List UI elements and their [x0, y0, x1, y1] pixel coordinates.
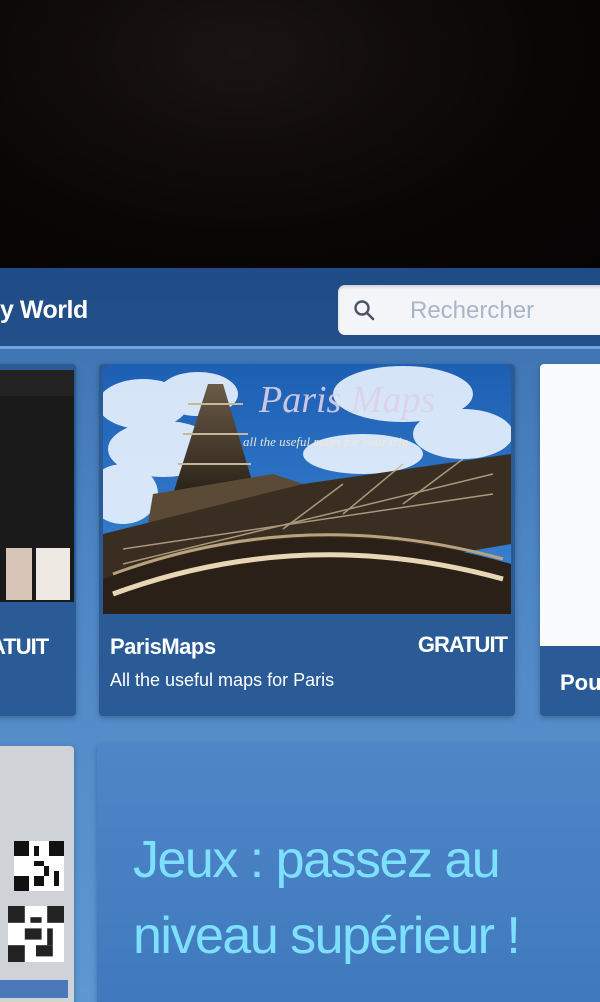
page-title: y World: [0, 296, 88, 324]
device-bezel: [0, 0, 600, 270]
games-promo-banner[interactable]: Jeux : passez au niveau supérieur !: [97, 744, 600, 1002]
qr-code-image: [8, 906, 64, 962]
app-card-partial-left[interactable]: ATUIT: [0, 364, 76, 716]
thumbnail-image: [36, 548, 70, 600]
thumbnail-toolbar: [0, 370, 74, 396]
thumbnail-image: [6, 548, 32, 600]
app-hero-image: Paris Maps all the useful maps for your …: [103, 364, 511, 614]
app-card-partial-right[interactable]: Pou: [540, 364, 600, 716]
scan-button[interactable]: [0, 980, 68, 998]
app-price: GRATUIT: [417, 632, 508, 657]
app-description: All the useful maps for Paris: [110, 670, 335, 690]
app-card-partial-bottom-left[interactable]: [0, 746, 74, 1002]
app-price: ATUIT: [0, 634, 49, 659]
top-bar: y World Rechercher: [0, 268, 600, 349]
app-thumbnail: [0, 370, 74, 602]
search-icon: [352, 298, 376, 322]
hero-logo-tagline: all the useful maps for your trip: [243, 434, 409, 449]
app-name: ParisMaps: [110, 634, 216, 659]
qr-code-image: [14, 841, 64, 891]
app-screen: y World Rechercher ATUIT: [0, 268, 600, 1002]
app-name: Pou: [560, 670, 600, 695]
app-thumbnail: [540, 364, 600, 646]
promo-headline: Jeux : passez au niveau supérieur !: [133, 831, 521, 965]
search-placeholder: Rechercher: [410, 297, 535, 324]
app-card-parismaps[interactable]: Paris Maps all the useful maps for your …: [99, 364, 515, 716]
search-input[interactable]: Rechercher: [338, 285, 600, 335]
hero-logo-title: Paris Maps: [258, 379, 435, 421]
